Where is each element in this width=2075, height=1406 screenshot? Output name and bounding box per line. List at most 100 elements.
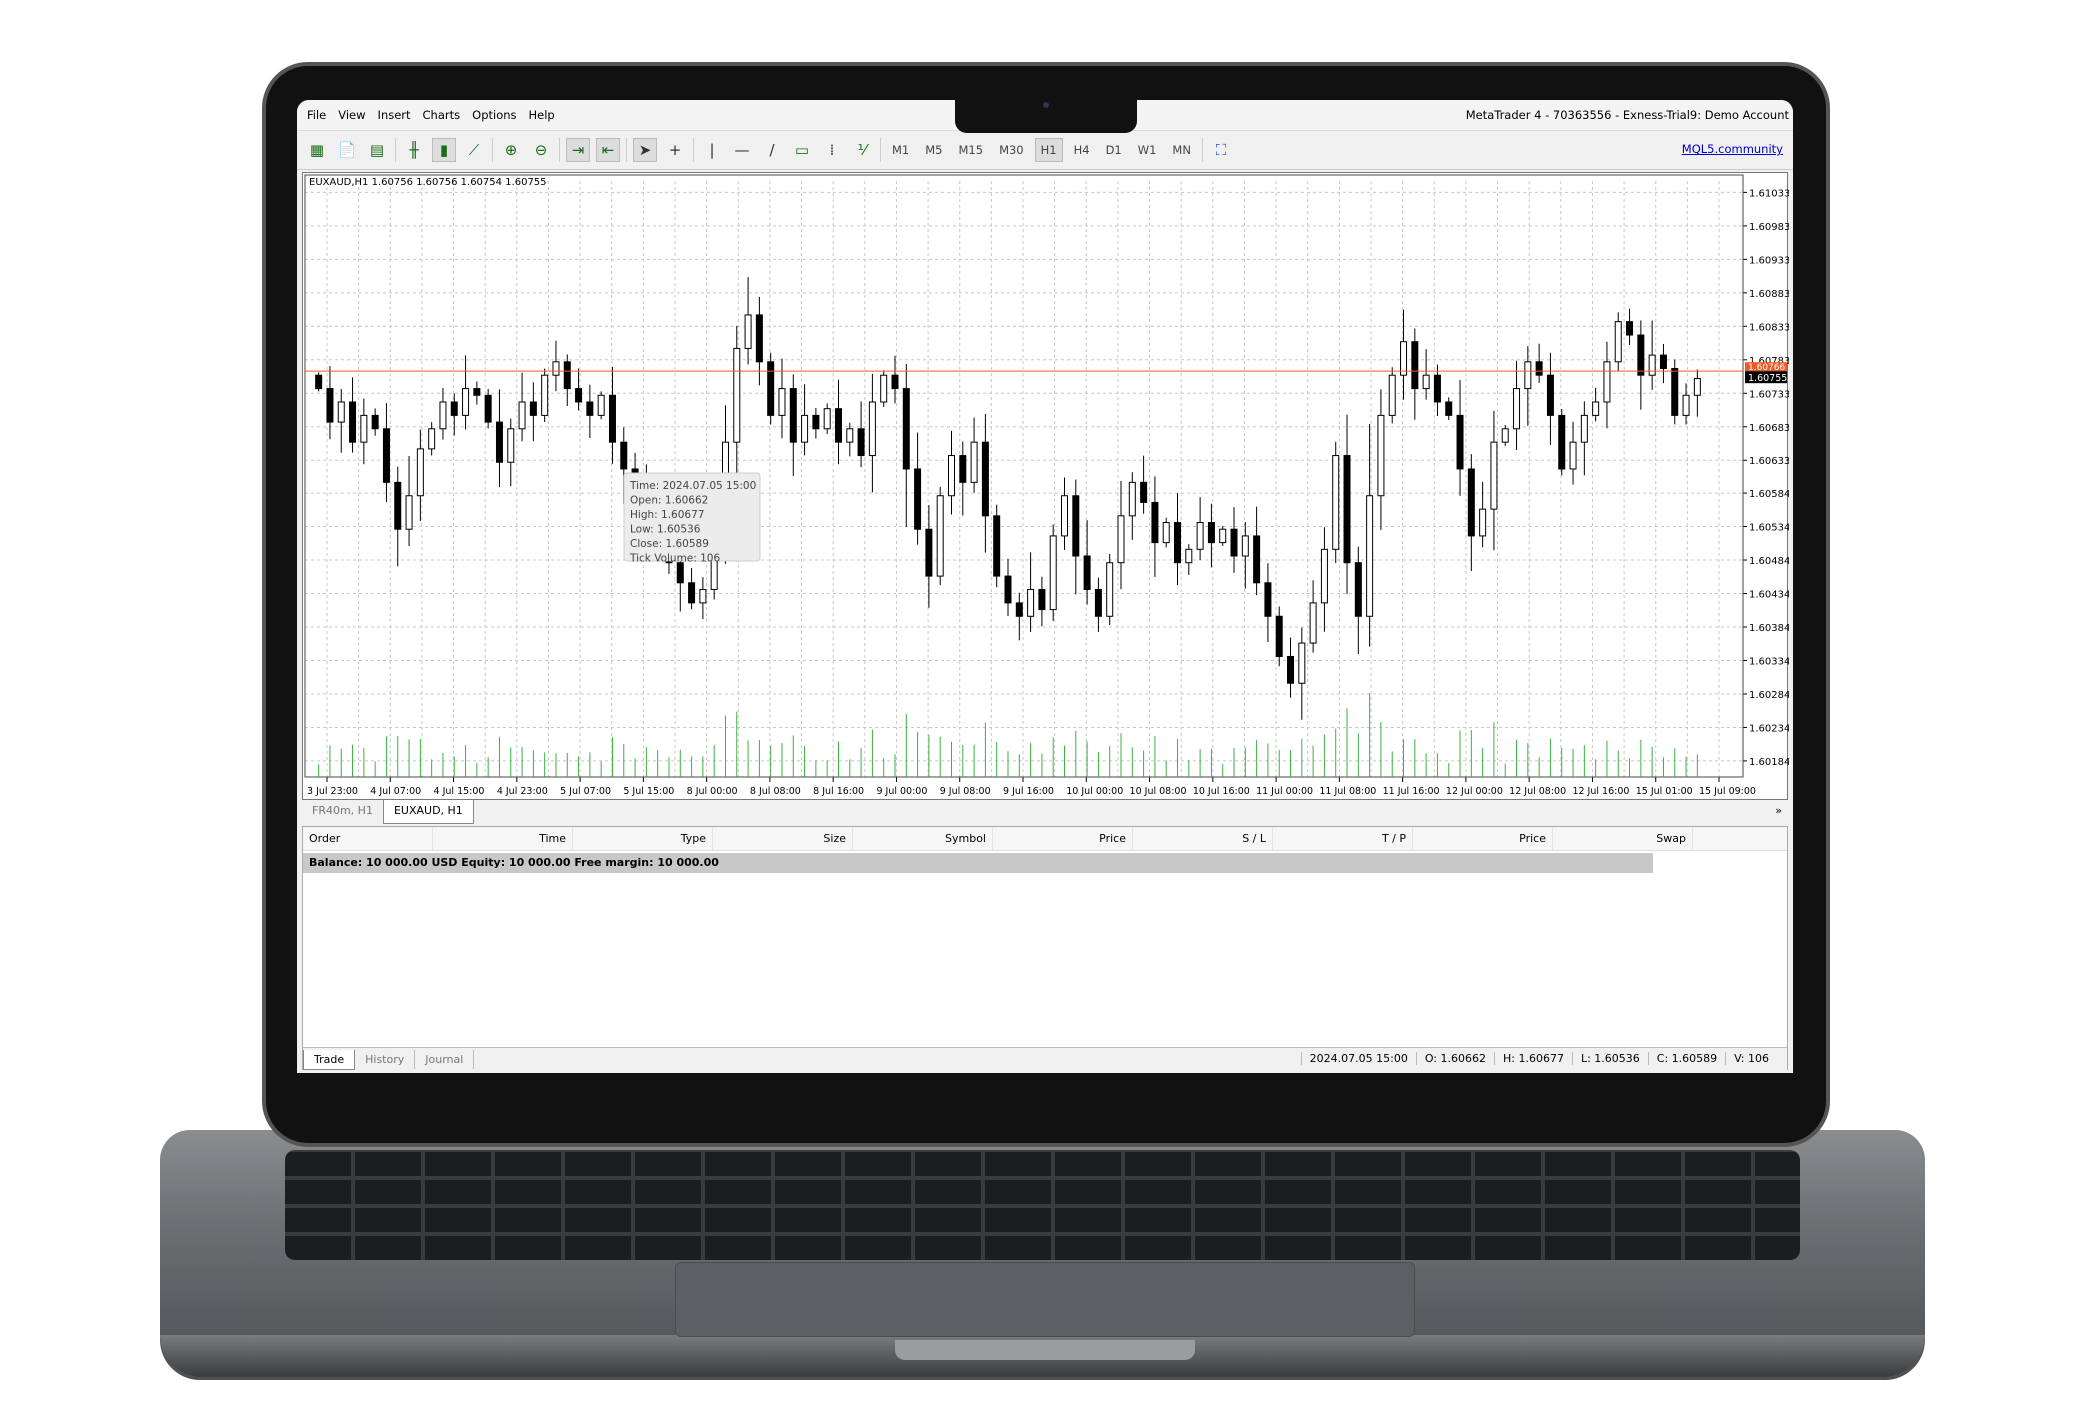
menu-charts[interactable]: Charts [423,108,461,122]
new-order-button[interactable]: 📄 [335,138,359,162]
horizontal-line-button[interactable]: — [730,138,754,162]
timeframe-mn[interactable]: MN [1167,139,1196,161]
price-tick-label: 1.60584 [1749,489,1789,500]
timeframe-m30[interactable]: M30 [994,139,1029,161]
timeframe-h1[interactable]: H1 [1034,138,1063,162]
balance-row[interactable]: Balance: 10 000.00 USD Equity: 10 000.00… [303,853,1653,873]
plot-border [304,174,1744,778]
tab-journal[interactable]: Journal [415,1050,475,1069]
column-header[interactable]: Swap [1553,827,1693,850]
price-tick-label: 1.60883 [1749,289,1789,300]
candle-body [1094,588,1102,617]
crosshair-button[interactable]: + [663,138,687,162]
column-header[interactable]: Price [993,827,1133,850]
candlestick-chart[interactable]: 1.61033 1.60983 1.60933 1.60883 1.60833 1.607… [303,173,1789,801]
tab-trade[interactable]: Trade [303,1049,356,1070]
menu-help[interactable]: Help [529,108,555,122]
time-tick-label: 12 Jul 08:00 [1509,786,1566,797]
bar-chart-icon: ╫ [409,141,419,159]
trendline-button[interactable]: / [760,138,784,162]
candle-body [1320,548,1328,604]
menu-view[interactable]: View [338,108,365,122]
candle-body [563,361,571,390]
timeframe-d1[interactable]: D1 [1101,139,1127,161]
indicators-button[interactable]: ⅟ [850,138,874,162]
zoom-out-button[interactable]: ⊖ [529,138,553,162]
column-header[interactable]: S / L [1133,827,1273,850]
candle-body [1648,354,1656,376]
new-chart-button[interactable]: ▦ [305,138,329,162]
candlestick-button[interactable]: ▮ [432,138,456,162]
column-header[interactable]: Size [713,827,853,850]
candle-body [733,347,741,443]
candle-body [1546,374,1554,416]
candle-body [688,582,696,604]
fullscreen-icon[interactable]: ⛶ [1209,138,1233,162]
time-tick-label: 11 Jul 16:00 [1383,786,1440,797]
toolbar-separator [693,138,694,162]
candle-body [914,468,922,530]
candle-body [597,394,605,416]
menu-file[interactable]: File [307,108,326,122]
candle-body [1637,334,1645,376]
time-tick-label: 9 Jul 16:00 [1003,786,1054,797]
chart-tab-fr40m[interactable]: FR40m, H1 [302,800,383,824]
candle-body [812,414,820,430]
time-tick-label: 8 Jul 00:00 [687,786,738,797]
text-button[interactable]: ▭ [790,138,814,162]
column-header[interactable]: Time [433,827,573,850]
mql5-community-link[interactable]: MQL5.community [1682,142,1783,156]
candle-body [1207,522,1215,544]
chart-tab-euxaud[interactable]: EUXAUD, H1 [382,800,474,824]
column-header[interactable]: Price [1413,827,1553,850]
line-chart-button[interactable]: ⟋ [462,138,486,162]
candle-body [857,428,865,457]
bar-chart-button[interactable]: ╫ [402,138,426,162]
zoom-in-button[interactable]: ⊕ [499,138,523,162]
candle-body [1445,401,1453,416]
column-header[interactable]: Order [303,827,433,850]
candle-body [1411,341,1419,390]
timeframe-m1[interactable]: M1 [887,139,914,161]
timeframe-h4[interactable]: H4 [1069,139,1095,161]
column-header[interactable]: T / P [1273,827,1413,850]
window-title: MetaTrader 4 - 70363556 - Exness-Trial9:… [1465,108,1789,122]
chart-shift-button[interactable]: ⇤ [596,138,620,162]
terminal-header: Order Time Type Size Symbol Price S / LT / P Pr… [303,827,1787,851]
candle-body [1569,441,1577,470]
auto-scroll-button[interactable]: ⇥ [566,138,590,162]
candle-body [868,401,876,457]
fibonacci-button[interactable]: ⁞ [820,138,844,162]
candle-body [349,401,357,443]
menu-insert[interactable]: Insert [378,108,411,122]
candle-body [1128,481,1136,517]
cursor-button[interactable]: ➤ [633,138,657,162]
camera-notch [955,100,1137,133]
vertical-line-button[interactable]: | [700,138,724,162]
line-chart-icon: ⟋ [468,141,480,159]
price-tick-label: 1.60983 [1749,222,1789,233]
time-tick-label: 5 Jul 15:00 [623,786,674,797]
candle-body [1490,441,1498,510]
timeframe-w1[interactable]: W1 [1133,139,1162,161]
more-tabs-button[interactable]: » [1775,804,1782,817]
candle-body [507,428,515,463]
profiles-button[interactable]: ▤ [365,138,389,162]
price-tick-label: 1.60534 [1749,523,1789,534]
time-tick-label: 15 Jul 01:00 [1636,786,1693,797]
candle-body [936,495,944,577]
timeframe-m15[interactable]: M15 [954,139,989,161]
column-header[interactable]: Profit [1693,827,1793,850]
zoom-in-icon: ⊕ [504,141,518,159]
candle-body [382,428,390,483]
candle-body [1614,321,1622,363]
timeframe-m5[interactable]: M5 [920,139,947,161]
candle-body [1388,374,1396,416]
candle-body [552,361,560,376]
toolbar-separator [626,138,627,162]
tab-history[interactable]: History [355,1050,416,1069]
chart-area[interactable]: 1.61033 1.60983 1.60933 1.60883 1.60833 1.607… [302,172,1789,801]
column-header[interactable]: Type [573,827,713,850]
menu-options[interactable]: Options [472,108,516,122]
column-header[interactable]: Symbol [853,827,993,850]
